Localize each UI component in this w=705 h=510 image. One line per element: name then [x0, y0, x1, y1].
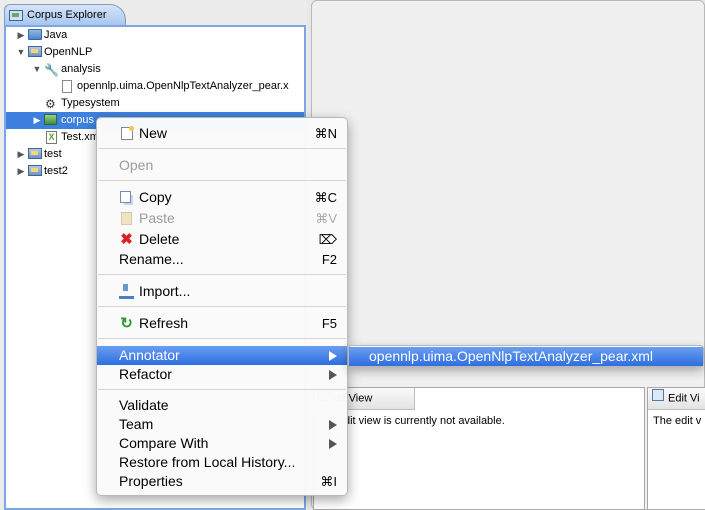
tree-item-label: corpus [61, 114, 95, 126]
paste-icon [121, 212, 132, 225]
submenu-item-label: opennlp.uima.OpenNlpTextAnalyzer_pear.xm… [369, 348, 654, 364]
menu-item-copy[interactable]: Copy ⌘C [97, 188, 347, 207]
project-icon [28, 148, 42, 161]
menu-shortcut: ⌘I [320, 474, 337, 489]
refresh-icon: ↻ [120, 315, 133, 332]
menu-item-label: Delete [139, 231, 180, 247]
submenu-arrow-icon [329, 439, 337, 449]
menu-shortcut: ⌘C [314, 190, 337, 205]
import-icon [119, 284, 134, 299]
tree-item-analysis[interactable]: ▼ 🔧 analysis [14, 61, 304, 78]
edit-view-icon [652, 388, 664, 409]
delete-icon: ✖ [120, 231, 133, 248]
tree-item-opennlp[interactable]: ▼ OpenNLP [14, 44, 284, 61]
new-file-icon [121, 126, 134, 140]
context-menu: New ⌘N Open Copy ⌘C Paste ⌘V ✖ Delete ⌦ … [96, 117, 348, 496]
menu-separator [98, 148, 346, 149]
edit-view-message: The edit v [653, 415, 702, 427]
menu-item-open[interactable]: Open [97, 156, 347, 175]
edit-view-tab-2[interactable]: Edit Vi [648, 388, 705, 410]
corpus-icon [44, 114, 58, 127]
menu-item-refactor[interactable]: Refactor [97, 365, 347, 384]
xml-file-icon: X [46, 131, 60, 144]
menu-item-label: Copy [139, 189, 172, 205]
tree-item-label: Java [44, 29, 68, 41]
menu-item-label: Paste [139, 210, 175, 226]
tree-item-label: test [44, 148, 62, 160]
annotator-submenu: opennlp.uima.OpenNlpTextAnalyzer_pear.xm… [348, 345, 704, 367]
menu-shortcut: F2 [321, 252, 337, 267]
menu-item-label: Refresh [139, 315, 189, 331]
menu-item-label: Import... [139, 283, 191, 299]
submenu-arrow-icon [329, 370, 337, 380]
menu-item-rename[interactable]: Rename... F2 [97, 250, 347, 269]
folder-icon [28, 29, 42, 42]
menu-item-restore-history[interactable]: Restore from Local History... [97, 453, 347, 472]
menu-separator [98, 389, 346, 390]
submenu-arrow-icon [329, 351, 337, 361]
menu-item-label: New [139, 125, 168, 141]
menu-item-label: Properties [119, 473, 183, 489]
collapsed-arrow-icon[interactable]: ▶ [16, 163, 26, 180]
tree-item-label: test2 [44, 165, 68, 177]
menu-item-annotator[interactable]: Annotator [97, 346, 347, 365]
collapsed-arrow-icon[interactable]: ▶ [32, 112, 42, 129]
submenu-item-pear-analyzer[interactable]: opennlp.uima.OpenNlpTextAnalyzer_pear.xm… [349, 347, 703, 366]
collapsed-arrow-icon[interactable]: ▶ [16, 146, 26, 163]
menu-item-properties[interactable]: Properties ⌘I [97, 472, 347, 491]
corpus-explorer-tab[interactable]: Corpus Explorer [4, 4, 126, 25]
menu-shortcut: ⌦ [318, 232, 337, 247]
wrench-icon: 🔧 [44, 63, 59, 77]
tree-item-label: analysis [61, 63, 101, 75]
menu-shortcut: ⌘V [315, 211, 337, 226]
file-icon [62, 80, 76, 93]
expanded-arrow-icon[interactable]: ▼ [16, 44, 26, 61]
menu-separator [98, 180, 346, 181]
edit-view-1: dit View dit view is currently not avail… [313, 387, 645, 510]
menu-item-delete[interactable]: ✖ Delete ⌦ [97, 230, 347, 249]
menu-item-label: Refactor [119, 366, 172, 382]
tree-item-typesystem[interactable]: ⚙ Typesystem [14, 95, 284, 112]
menu-item-label: Annotator [119, 347, 180, 363]
menu-item-label: Validate [119, 397, 169, 413]
menu-item-label: Open [119, 157, 154, 173]
edit-view-message: dit view is currently not available. [344, 415, 505, 427]
copy-icon [120, 191, 131, 203]
corpus-explorer-title: Corpus Explorer [27, 9, 107, 21]
tree-item-label: OpenNLP [44, 46, 93, 58]
typesystem-icon: ⚙ [45, 97, 56, 111]
tree-item-pear-file[interactable]: opennlp.uima.OpenNlpTextAnalyzer_pear.x [14, 78, 304, 95]
menu-item-compare-with[interactable]: Compare With [97, 434, 347, 453]
menu-item-label: Compare With [119, 435, 209, 451]
menu-separator [98, 338, 346, 339]
menu-item-validate[interactable]: Validate [97, 396, 347, 415]
menu-shortcut: F5 [321, 316, 337, 331]
menu-item-import[interactable]: Import... [97, 282, 347, 301]
tree-item-label: opennlp.uima.OpenNlpTextAnalyzer_pear.x [77, 80, 289, 92]
submenu-arrow-icon [329, 420, 337, 430]
menu-item-label: Restore from Local History... [119, 454, 296, 470]
menu-separator [98, 306, 346, 307]
menu-item-label: Rename... [119, 251, 184, 267]
collapsed-arrow-icon[interactable]: ▶ [16, 27, 26, 44]
menu-item-team[interactable]: Team [97, 415, 347, 434]
edit-view-2: Edit Vi The edit v [647, 387, 705, 510]
menu-item-paste[interactable]: Paste ⌘V [97, 209, 347, 228]
menu-item-label: Team [119, 416, 154, 432]
menu-item-new[interactable]: New ⌘N [97, 124, 347, 143]
tree-item-java[interactable]: ▶ Java [14, 27, 284, 44]
expanded-arrow-icon[interactable]: ▼ [32, 61, 42, 78]
edit-view-tab-label: Edit Vi [668, 392, 700, 405]
menu-shortcut: ⌘N [314, 126, 337, 141]
corpus-explorer-icon [9, 9, 23, 25]
menu-separator [98, 274, 346, 275]
tree-item-label: Test.xm [61, 131, 99, 143]
tree-item-label: Typesystem [61, 97, 120, 109]
project-icon [28, 165, 42, 178]
project-icon [28, 46, 42, 59]
menu-item-refresh[interactable]: ↻ Refresh F5 [97, 314, 347, 333]
